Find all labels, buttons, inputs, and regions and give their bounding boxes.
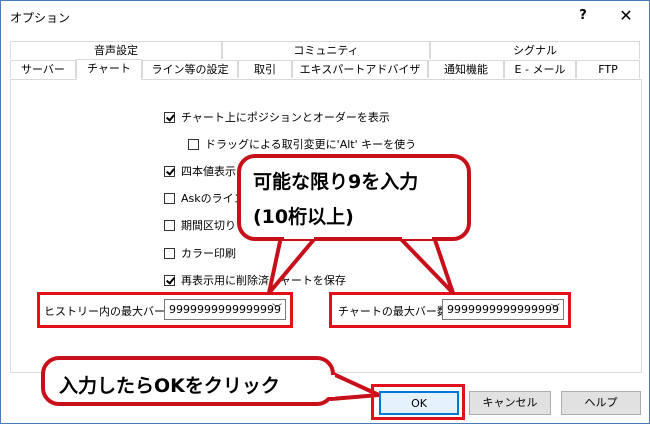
callout-pointer-chart xyxy=(397,235,455,295)
highlight-ok-button xyxy=(371,384,465,420)
callout-pointer-history xyxy=(267,235,318,295)
callout-join-ok xyxy=(327,375,335,397)
callout-line-2: (10桁以上) xyxy=(253,206,354,228)
cancel-button[interactable]: キャンセル xyxy=(469,391,551,415)
callout-click-ok: 入力したらOKをクリック xyxy=(41,356,335,406)
callout-join-chart xyxy=(402,233,432,239)
callout-line-1: 可能な限り9を入力 xyxy=(253,171,419,193)
help-button[interactable]: ヘルプ xyxy=(561,391,641,415)
callout-click-ok-text: 入力したらOKをクリック xyxy=(59,375,280,397)
callout-join-history xyxy=(284,233,314,239)
callout-input-nines: 可能な限り9を入力 (10桁以上) xyxy=(237,154,471,241)
options-dialog: オプション ? ✕ 音声設定 コミュニティ シグナル サーバー チャート ライン… xyxy=(0,0,650,424)
tab-chart[interactable]: チャート xyxy=(76,59,142,80)
